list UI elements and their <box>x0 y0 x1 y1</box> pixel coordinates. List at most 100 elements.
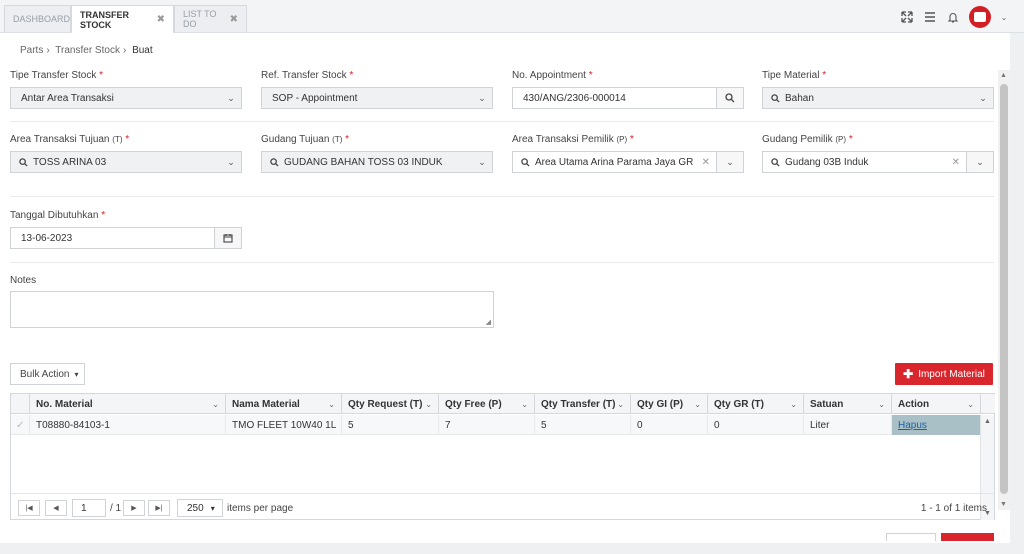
tab-transfer-stock[interactable]: TRANSFER STOCK ✖ <box>71 5 174 33</box>
footer-secondary-button[interactable] <box>886 533 936 541</box>
area-transaksi-pemilik-select[interactable]: Area Utama Arina Parama Jaya GR ✕ ⌄ <box>512 151 744 173</box>
clear-icon[interactable]: ✕ <box>952 157 960 168</box>
row-check[interactable]: ✓ <box>11 415 30 435</box>
hapus-link[interactable]: Hapus <box>898 420 927 431</box>
footer-primary-button[interactable] <box>941 533 994 541</box>
divider <box>10 121 994 122</box>
notes-label: Notes <box>10 275 37 286</box>
breadcrumb: Parts › Transfer Stock › Buat <box>20 45 156 56</box>
column-header[interactable]: Qty GI (P) ⌄ <box>631 394 708 414</box>
first-page-button[interactable]: |◀ <box>18 500 40 516</box>
gudang-pemilik-label: Gudang Pemilik (P) * <box>762 134 853 145</box>
tanggal-dibutuhkan-input[interactable]: 13-06-2023 <box>10 227 242 249</box>
divider <box>10 262 994 263</box>
tipe-material-select[interactable]: Bahan ⌄ <box>762 87 994 109</box>
column-header[interactable]: Nama Material ⌄ <box>226 394 342 414</box>
tab-label: DASHBOARD <box>13 14 71 24</box>
tanggal-dibutuhkan-label: Tanggal Dibutuhkan * <box>10 210 106 221</box>
bulk-action-button[interactable]: Bulk Action ▾ <box>10 363 85 385</box>
chevron-down-icon: ⌄ <box>726 156 734 167</box>
column-header[interactable]: No. Material ⌄ <box>30 394 226 414</box>
expand-icon[interactable] <box>900 10 914 24</box>
tipe-transfer-stock-select[interactable]: Antar Area Transaksi ⌄ <box>10 87 242 109</box>
grid-header: No. Material ⌄ Nama Material ⌄ Qty Request… <box>11 394 995 414</box>
chevron-down-icon: ⌄ <box>478 156 486 167</box>
cell-qty-gi: 0 <box>631 415 708 435</box>
gudang-tujuan-select[interactable]: GUDANG BAHAN TOSS 03 INDUK ⌄ <box>261 151 493 173</box>
calendar-button[interactable] <box>214 228 241 248</box>
tab-label: TRANSFER STOCK <box>80 9 129 30</box>
breadcrumb-item[interactable]: Parts <box>20 45 43 56</box>
search-icon <box>771 93 780 103</box>
search-icon <box>270 157 279 167</box>
scroll-up-icon[interactable]: ▲ <box>1000 72 1007 79</box>
close-icon[interactable]: ✖ <box>230 14 238 25</box>
area-transaksi-tujuan-label: Area Transaksi Tujuan (T) * <box>10 134 130 145</box>
tab-dashboard[interactable]: DASHBOARD <box>4 5 71 32</box>
breadcrumb-item[interactable]: Transfer Stock <box>55 45 120 56</box>
ref-transfer-stock-select[interactable]: SOP - Appointment ⌄ <box>261 87 493 109</box>
scroll-down-icon[interactable]: ▼ <box>1000 501 1007 508</box>
column-header[interactable]: Satuan ⌄ <box>804 394 892 414</box>
chevron-down-icon[interactable]: ⌄ <box>1000 10 1008 24</box>
items-per-page-label: items per page <box>227 503 294 514</box>
column-header[interactable]: Qty Free (P) ⌄ <box>439 394 535 414</box>
breadcrumb-current: Buat <box>132 45 153 56</box>
plus-icon: ✚ <box>903 367 914 381</box>
avatar-image <box>974 12 986 22</box>
chevron-down-icon: ⌄ <box>521 399 528 409</box>
area-transaksi-tujuan-select[interactable]: TOSS ARINA 03 ⌄ <box>10 151 242 173</box>
column-header[interactable]: Qty Transfer (T) ⌄ <box>535 394 631 414</box>
cell-qty-transfer: 5 <box>535 415 631 435</box>
page-input[interactable]: 1 <box>72 499 106 517</box>
column-header[interactable]: Action ⌄ <box>892 394 981 414</box>
chevron-down-icon: ⌄ <box>478 92 486 103</box>
cell-no-material: T08880-84103-1 <box>30 415 226 435</box>
chevron-down-icon: ⌄ <box>979 92 987 103</box>
chevron-down-icon: ⌄ <box>694 399 701 409</box>
page-size-select[interactable]: 250 ▾ <box>177 499 223 517</box>
user-avatar[interactable] <box>969 6 991 28</box>
chevron-down-icon: ⌄ <box>976 156 984 167</box>
cell-qty-request: 5 <box>342 415 439 435</box>
scrollbar-thumb[interactable] <box>1000 84 1008 494</box>
scroll-up-icon[interactable]: ▲ <box>984 418 991 425</box>
clear-icon[interactable]: ✕ <box>702 157 710 168</box>
no-appointment-input[interactable]: 430/ANG/2306-000014 <box>512 87 744 109</box>
notes-textarea[interactable]: ◢ <box>10 291 494 328</box>
prev-page-button[interactable]: ◀ <box>45 500 67 516</box>
search-icon <box>521 157 530 167</box>
search-icon <box>771 157 780 167</box>
dropdown-button[interactable]: ⌄ <box>716 152 743 172</box>
table-row[interactable]: ✓ T08880-84103-1 TMO FLEET 10W40 1L 5 7 … <box>11 415 981 435</box>
next-page-button[interactable]: ▶ <box>123 500 145 516</box>
page-scrollbar[interactable]: ▲ ▼ <box>998 70 1010 510</box>
chevron-down-icon: ⌄ <box>212 399 219 409</box>
last-page-button[interactable]: ▶| <box>148 500 170 516</box>
cell-qty-gr: 0 <box>708 415 804 435</box>
chevron-down-icon: ⌄ <box>227 92 235 103</box>
column-header[interactable]: Qty GR (T) ⌄ <box>708 394 804 414</box>
resize-handle-icon[interactable]: ◢ <box>486 318 491 326</box>
search-button[interactable] <box>716 88 743 108</box>
tab-list-to-do[interactable]: LIST TO DO ✖ <box>174 5 247 32</box>
chevron-down-icon: ⌄ <box>328 399 335 409</box>
tab-label: LIST TO DO <box>183 9 217 29</box>
main-panel: Parts › Transfer Stock › Buat Tipe Transfe… <box>0 33 1010 543</box>
no-appointment-label: No. Appointment * <box>512 70 593 81</box>
column-header[interactable]: Qty Request (T) ⌄ <box>342 394 439 414</box>
divider <box>10 196 994 197</box>
chevron-down-icon: ⌄ <box>617 399 624 409</box>
bell-icon[interactable] <box>946 10 960 24</box>
cell-qty-free: 7 <box>439 415 535 435</box>
caret-down-icon: ▾ <box>74 369 79 379</box>
close-icon[interactable]: ✖ <box>157 14 165 25</box>
select-all-column[interactable] <box>11 394 30 414</box>
ref-transfer-stock-label: Ref. Transfer Stock * <box>261 70 354 81</box>
cell-nama-material: TMO FLEET 10W40 1L <box>226 415 342 435</box>
dropdown-button[interactable]: ⌄ <box>966 152 993 172</box>
area-transaksi-pemilik-label: Area Transaksi Pemilik (P) * <box>512 134 634 145</box>
gudang-pemilik-select[interactable]: Gudang 03B Induk ✕ ⌄ <box>762 151 994 173</box>
menu-icon[interactable] <box>923 10 937 24</box>
import-material-button[interactable]: ✚ Import Material <box>895 363 993 385</box>
